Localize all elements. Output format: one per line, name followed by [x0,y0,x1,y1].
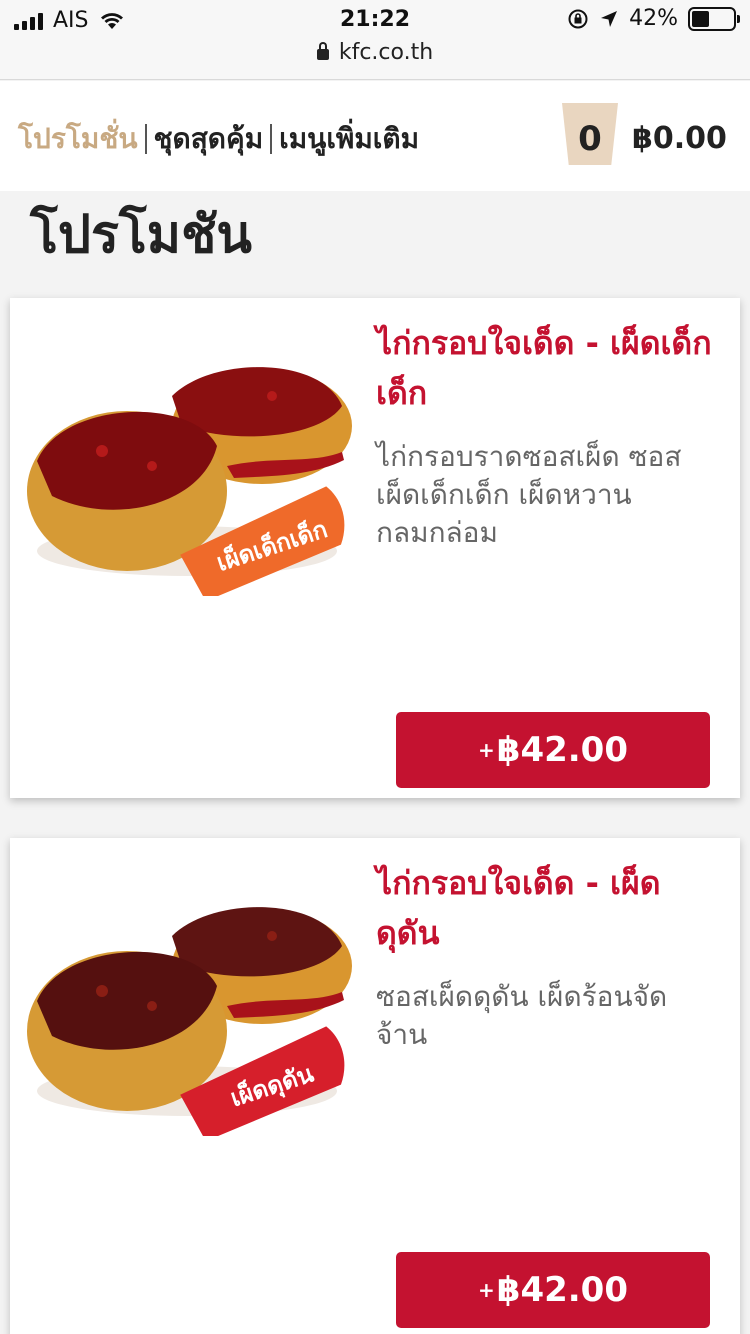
battery-icon [688,6,740,31]
url-text: kfc.co.th [338,40,434,65]
product-title[interactable]: ไก่กรอบใจเด็ด - เผ็ดดุดัน [376,858,716,958]
site-header: โปรโมชั่น ชุดสุดคุ้ม เมนูเพิ่มเติม 0 ฿0.… [0,81,750,191]
price-label: ฿42.00 [496,730,628,770]
plus-icon: + [478,1278,495,1302]
product-image[interactable]: เผ็ดดุดัน [22,896,352,1136]
location-arrow-icon [601,10,618,27]
product-description: ซอสเผ็ดดุดัน เผ็ดร้อนจัดจ้าน [376,980,668,1051]
add-to-cart-button[interactable]: + ฿42.00 [396,1252,710,1328]
lock-icon [316,42,329,60]
nav-item-promotions[interactable]: โปรโมชั่น [18,117,138,161]
product-card[interactable]: เผ็ดเด็กเด็ก ไก่กรอบใจเด็ด - เผ็ดเด็กเด็… [10,298,740,798]
cart-button[interactable]: 0 [560,99,620,165]
nav-divider [270,124,273,154]
orientation-lock-icon [568,9,588,28]
product-image[interactable]: เผ็ดเด็กเด็ก [22,356,352,596]
battery-percent: 42% [629,6,678,31]
plus-icon: + [478,738,495,762]
product-card[interactable]: เผ็ดดุดัน ไก่กรอบใจเด็ด - เผ็ดดุดัน ซอสเ… [10,838,740,1334]
status-right: 42% [567,6,740,31]
browser-status-bar: AIS 21:22 42% kfc.co.th [0,0,750,80]
nav-divider [144,124,147,154]
nav-item-more-menu[interactable]: เมนูเพิ่มเติม [279,117,419,161]
cart-count: 0 [578,119,602,159]
category-nav: โปรโมชั่น ชุดสุดคุ้ม เมนูเพิ่มเติม [18,117,419,161]
product-description: ไก่กรอบราดซอสเผ็ด ซอสเผ็ดเด็กเด็ก เผ็ดหว… [376,440,682,549]
product-title[interactable]: ไก่กรอบใจเด็ด - เผ็ดเด็กเด็ก [376,318,716,418]
add-to-cart-button[interactable]: + ฿42.00 [396,712,710,788]
nav-item-value-sets[interactable]: ชุดสุดคุ้ม [154,117,264,161]
page-title: โปรโมชัน [30,205,252,265]
price-label: ฿42.00 [496,1270,628,1310]
cart-total: ฿0.00 [632,121,727,156]
url-bar[interactable]: kfc.co.th [0,40,750,65]
